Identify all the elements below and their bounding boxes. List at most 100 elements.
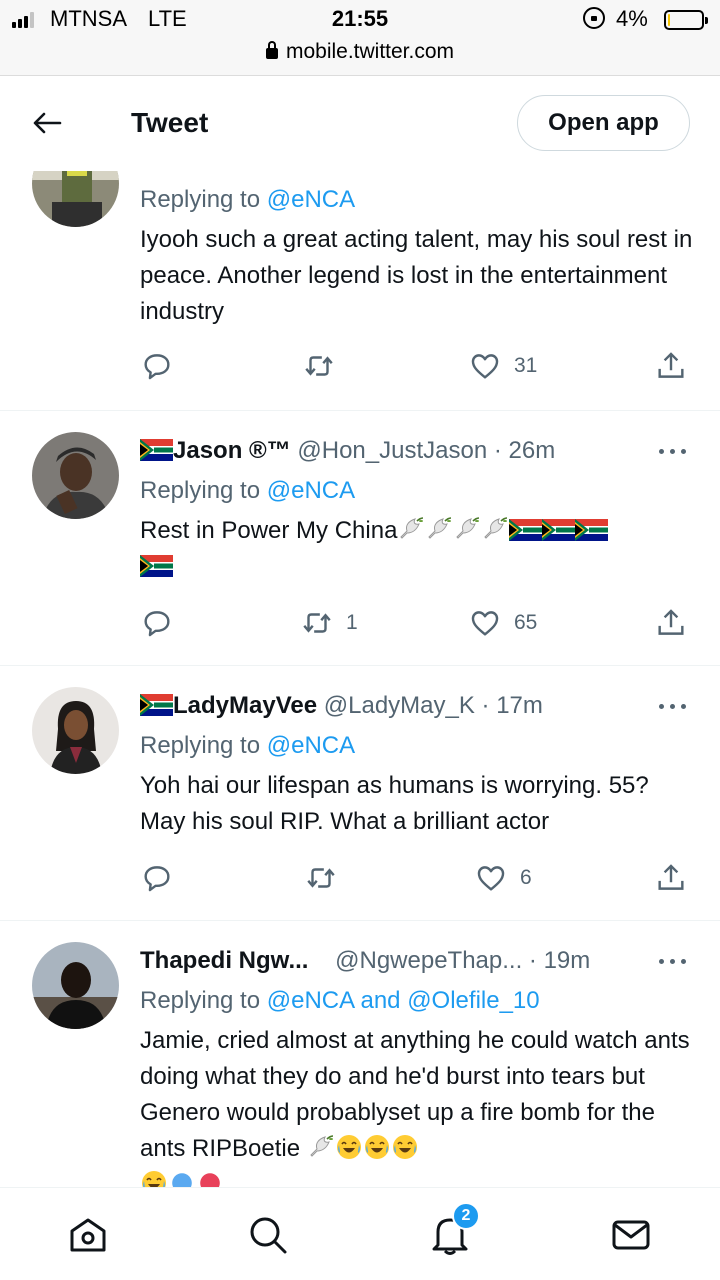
- display-name[interactable]: LadyMayVee: [173, 692, 317, 719]
- sa-flag-icon: [140, 694, 173, 716]
- notifications-badge[interactable]: 2: [452, 1202, 480, 1230]
- messages-icon[interactable]: [610, 1214, 652, 1256]
- tweet-actions: 31: [140, 348, 695, 384]
- like-button[interactable]: 6: [474, 860, 532, 896]
- status-row: MTNSA LTE 21:55 4%: [0, 6, 720, 34]
- battery-icon: [664, 10, 708, 30]
- like-button[interactable]: 31: [468, 348, 537, 384]
- reply-button[interactable]: [140, 860, 174, 896]
- avatar[interactable]: [32, 942, 119, 1029]
- like-button[interactable]: 65: [468, 605, 537, 641]
- retweet-button[interactable]: [304, 860, 338, 896]
- blue-heart-icon: [168, 1169, 196, 1187]
- handle-time[interactable]: @NgwepeThap... · 19m: [335, 947, 590, 974]
- author-row[interactable]: Jason ®™ @Hon_JustJason · 26m: [140, 437, 555, 465]
- like-count: 65: [514, 611, 538, 634]
- more-icon[interactable]: [656, 446, 690, 456]
- sa-flag-icon: [140, 555, 173, 577]
- share-icon: [654, 861, 688, 895]
- dove-icon: [453, 515, 481, 543]
- avatar[interactable]: [32, 432, 119, 519]
- share-icon: [654, 606, 688, 640]
- replying-to: Replying to @eNCA: [140, 732, 356, 759]
- tears-of-joy-icon: [140, 1169, 168, 1187]
- retweet-button[interactable]: 1: [300, 605, 358, 641]
- battery-fill: [668, 14, 670, 26]
- dove-icon: [481, 515, 509, 543]
- sa-flag-icon: [140, 439, 173, 461]
- sa-flag-icon: [509, 519, 542, 541]
- sa-flag-icon: [575, 519, 608, 541]
- mention-link[interactable]: @eNCA: [267, 186, 355, 213]
- reply-icon: [140, 606, 174, 640]
- mention-link[interactable]: @eNCA and @Olefile_10: [267, 987, 540, 1014]
- author-row[interactable]: LadyMayVee @LadyMay_K · 17m: [140, 692, 543, 720]
- display-name[interactable]: Thapedi Ngw...: [140, 947, 308, 974]
- reply-icon: [140, 861, 174, 895]
- tweet-actions: 6: [140, 860, 695, 896]
- avatar[interactable]: [32, 687, 119, 774]
- heart-icon: [196, 1169, 224, 1187]
- tears-of-joy-icon: [335, 1133, 363, 1161]
- home-icon[interactable]: [67, 1214, 109, 1256]
- replying-to: Replying to @eNCA: [140, 186, 356, 213]
- lock-icon: [265, 41, 278, 59]
- retweet-icon: [304, 861, 338, 895]
- replying-to: Replying to @eNCA: [140, 477, 356, 504]
- tweet-item[interactable]: Replying to @eNCA Iyooh such a great act…: [0, 171, 720, 411]
- reply-button[interactable]: [140, 348, 174, 384]
- retweet-count: 1: [346, 611, 358, 634]
- tweet-text: Iyooh such a great acting talent, may hi…: [140, 226, 693, 325]
- like-count: 31: [514, 354, 538, 377]
- handle-time[interactable]: @LadyMay_K · 17m: [324, 692, 543, 719]
- page-title: Tweet: [131, 107, 209, 138]
- tweet-item[interactable]: Jason ®™ @Hon_JustJason · 26m Replying t…: [0, 411, 720, 666]
- tweet-body: Rest in Power My China: [140, 513, 695, 585]
- share-icon: [654, 349, 688, 383]
- open-app-button[interactable]: Open app: [517, 95, 690, 151]
- rotation-lock-icon: [583, 7, 605, 29]
- status-time: 21:55: [331, 6, 389, 31]
- like-count: 6: [520, 866, 532, 889]
- like-icon: [468, 349, 502, 383]
- reply-icon: [140, 349, 174, 383]
- tweet-header: Tweet Open app: [0, 77, 720, 171]
- share-button[interactable]: [654, 860, 688, 896]
- mention-link[interactable]: @eNCA: [267, 477, 355, 504]
- bottom-navigation: 2: [0, 1187, 720, 1280]
- tweet-body: Jamie, cried almost at anything he could…: [140, 1023, 695, 1187]
- share-button[interactable]: [654, 348, 688, 384]
- mention-link[interactable]: @eNCA: [267, 732, 355, 759]
- search-icon[interactable]: [247, 1214, 289, 1256]
- tears-of-joy-icon: [363, 1133, 391, 1161]
- replies-feed[interactable]: Replying to @eNCA Iyooh such a great act…: [0, 171, 720, 1187]
- more-icon[interactable]: [656, 956, 690, 966]
- retweet-button[interactable]: [302, 348, 336, 384]
- browser-status-bar: MTNSA LTE 21:55 4% mobile.twitter.com: [0, 0, 720, 76]
- tweet-item[interactable]: LadyMayVee @LadyMay_K · 17m Replying to …: [0, 666, 720, 921]
- tweet-text: Rest in Power My China: [140, 517, 398, 544]
- tweet-text: Yoh hai our lifespan as humans is worryi…: [140, 772, 649, 835]
- reply-button[interactable]: [140, 605, 174, 641]
- like-icon: [468, 606, 502, 640]
- battery-percent: 4%: [616, 6, 648, 31]
- back-arrow-icon[interactable]: [32, 111, 62, 135]
- dove-icon: [397, 515, 425, 543]
- tweet-item[interactable]: Thapedi Ngw... @NgwepeThap... · 19m Repl…: [0, 921, 720, 1187]
- avatar[interactable]: [32, 171, 119, 227]
- replying-to: Replying to @eNCA and @Olefile_10: [140, 987, 540, 1014]
- dove-icon: [425, 515, 453, 543]
- retweet-icon: [302, 349, 336, 383]
- display-name[interactable]: Jason ®™: [173, 437, 291, 464]
- url-bar[interactable]: mobile.twitter.com: [0, 40, 720, 64]
- more-icon[interactable]: [656, 701, 690, 711]
- handle-time[interactable]: @Hon_JustJason · 26m: [297, 437, 555, 464]
- tweet-actions: 1 65: [140, 605, 695, 641]
- url-text: mobile.twitter.com: [285, 40, 455, 63]
- share-button[interactable]: [654, 605, 688, 641]
- sa-flag-icon: [542, 519, 575, 541]
- like-icon: [474, 861, 508, 895]
- tears-of-joy-icon: [391, 1133, 419, 1161]
- retweet-icon: [300, 606, 334, 640]
- author-row[interactable]: Thapedi Ngw... @NgwepeThap... · 19m: [140, 947, 590, 975]
